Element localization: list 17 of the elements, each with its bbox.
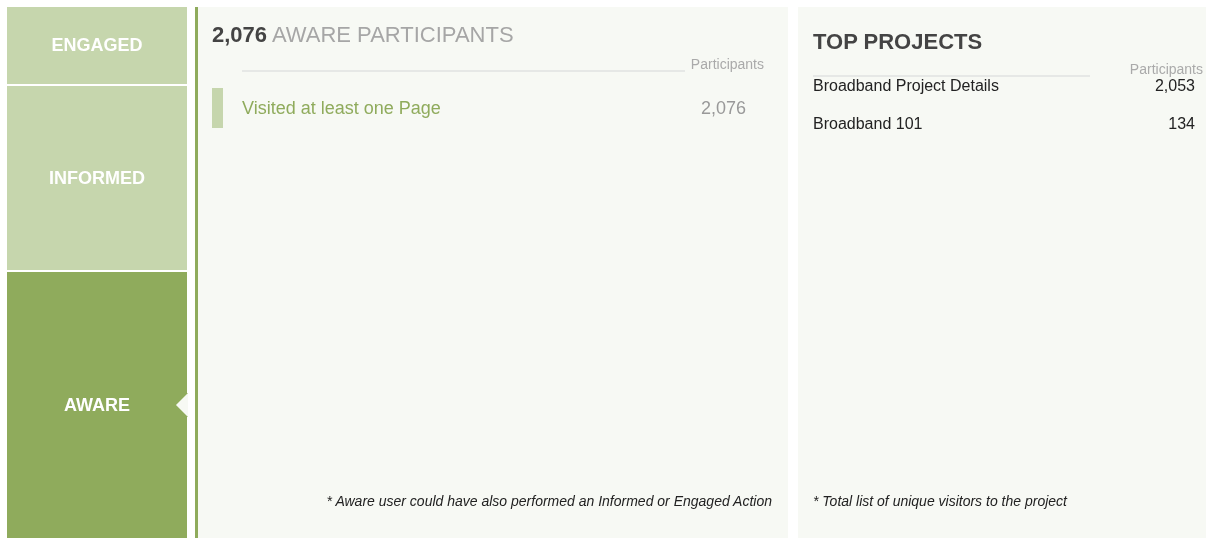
action-label: Visited at least one Page <box>242 97 442 119</box>
column-header: Participants <box>690 56 764 72</box>
pointer-icon <box>176 393 188 417</box>
row-marker <box>212 88 223 128</box>
footnote: * Total list of unique visitors to the project <box>813 493 1069 509</box>
stage-tab[interactable]: ENGAGED <box>7 7 187 84</box>
project-count: 134 <box>1168 115 1195 133</box>
project-count: 2,053 <box>1154 77 1195 95</box>
panel-title: TOP PROJECTS <box>813 29 984 55</box>
project-name: Broadband Project Details <box>813 77 999 95</box>
action-count: 2,076 <box>700 97 746 119</box>
footnote: * Aware user could have also performed an Informed or Engaged Action <box>325 493 773 509</box>
project-name: Broadband 101 <box>813 115 923 133</box>
stage-tab[interactable]: INFORMED <box>7 86 187 270</box>
panel-title: 2,076 AWARE PARTICIPANTS <box>212 22 515 48</box>
stage-tab[interactable]: AWARE <box>7 272 187 538</box>
column-header: Participants <box>1129 61 1203 77</box>
